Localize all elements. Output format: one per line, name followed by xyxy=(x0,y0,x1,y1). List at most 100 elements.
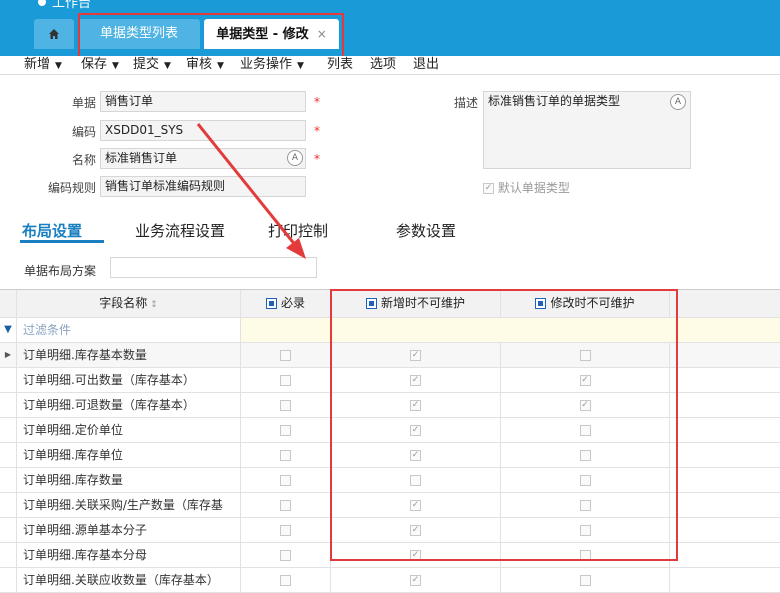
row-indicator-header xyxy=(0,290,17,317)
row-indicator xyxy=(0,518,17,542)
required-checkbox[interactable] xyxy=(280,425,291,436)
required-cell xyxy=(241,418,331,442)
new-button[interactable]: 新增 ▼ xyxy=(24,56,62,75)
logo-text: 工作台 xyxy=(52,0,92,11)
required-checkbox[interactable] xyxy=(280,525,291,536)
caret-down-icon: ▼ xyxy=(164,61,171,71)
caret-down-icon: ▼ xyxy=(297,61,304,71)
row-indicator xyxy=(0,493,17,517)
highlight-box-columns xyxy=(330,289,678,561)
current-row-icon: ▶ xyxy=(0,343,17,367)
submit-button[interactable]: 提交 ▼ xyxy=(133,56,171,75)
required-checkbox[interactable] xyxy=(280,575,291,586)
name-field[interactable]: 标准销售订单 xyxy=(100,148,306,169)
row-indicator xyxy=(0,393,17,417)
multilang-icon[interactable]: A xyxy=(287,150,303,166)
layout-scheme-input[interactable] xyxy=(110,257,317,278)
row-indicator xyxy=(0,418,17,442)
header-required[interactable]: 必录 xyxy=(241,290,331,317)
required-cell xyxy=(241,368,331,392)
field-name-cell: 订单明细.库存基本数量 xyxy=(17,343,241,367)
required-checkbox[interactable] xyxy=(280,400,291,411)
field-name-cell: 订单明细.关联应收数量（库存基本） xyxy=(17,568,241,592)
required-checkbox[interactable] xyxy=(280,450,291,461)
required-cell xyxy=(241,518,331,542)
required-checkbox[interactable] xyxy=(280,350,291,361)
name-label: 名称 xyxy=(71,153,96,167)
required-cell xyxy=(241,493,331,517)
tab-layout-settings[interactable]: 布局设置 xyxy=(22,220,82,241)
required-checkbox[interactable] xyxy=(280,500,291,511)
audit-label: 审核 xyxy=(186,57,213,72)
desc-label: 描述 xyxy=(453,96,478,110)
select-all-checkbox[interactable] xyxy=(265,298,277,309)
required-cell xyxy=(241,543,331,567)
checkbox-icon: ✓ xyxy=(483,183,494,194)
list-button[interactable]: 列表 xyxy=(327,56,353,74)
field-name-cell: 订单明细.库存数量 xyxy=(17,468,241,492)
header-field-label: 字段名称 xyxy=(99,296,148,310)
caret-down-icon: ▼ xyxy=(217,61,224,71)
multilang-icon[interactable]: A xyxy=(670,94,686,110)
tab-print-control[interactable]: 打印控制 xyxy=(268,220,328,241)
default-type-label: 默认单据类型 xyxy=(497,181,570,195)
field-name-cell: 订单明细.关联采购/生产数量（库存基 xyxy=(17,493,241,517)
toolbar: 新增 ▼ 保存 ▼ 提交 ▼ 审核 ▼ 业务操作 ▼ 列表 选项 退出 xyxy=(0,56,780,75)
add-lock-checkbox[interactable]: ✓ xyxy=(410,575,421,586)
required-checkbox[interactable] xyxy=(280,475,291,486)
code-rule-label: 编码规则 xyxy=(47,181,96,195)
required-mark: * xyxy=(314,124,320,138)
doc-field[interactable]: 销售订单 xyxy=(100,91,306,112)
save-button[interactable]: 保存 ▼ xyxy=(81,56,119,75)
required-checkbox[interactable] xyxy=(280,375,291,386)
default-type-checkbox[interactable]: ✓ 默认单据类型 xyxy=(483,179,570,196)
exit-button[interactable]: 退出 xyxy=(413,56,439,74)
code-label: 编码 xyxy=(71,125,96,139)
header-field-name[interactable]: 字段名称 ↕ xyxy=(17,290,241,317)
business-operations-button[interactable]: 业务操作 ▼ xyxy=(240,56,304,75)
save-label: 保存 xyxy=(81,57,108,72)
audit-button[interactable]: 审核 ▼ xyxy=(186,56,224,75)
layout-scheme-label: 单据布局方案 xyxy=(24,264,97,278)
required-cell xyxy=(241,568,331,592)
field-name-cell: 订单明细.定价单位 xyxy=(17,418,241,442)
required-mark: * xyxy=(314,152,320,166)
code-rule-field[interactable]: 销售订单标准编码规则 xyxy=(100,176,306,197)
filter-label[interactable]: 过滤条件 xyxy=(17,318,241,342)
required-checkbox[interactable] xyxy=(280,550,291,561)
filter-icon[interactable]: ▼ xyxy=(0,318,17,342)
required-mark: * xyxy=(314,95,320,109)
table-row[interactable]: 订单明细.关联应收数量（库存基本） ✓ xyxy=(0,568,780,593)
required-cell xyxy=(241,343,331,367)
options-button[interactable]: 选项 xyxy=(370,56,396,74)
logo-icon xyxy=(38,0,46,6)
sort-icon[interactable]: ↕ xyxy=(150,300,158,310)
active-tab-indicator xyxy=(20,240,104,243)
highlight-box-tabs xyxy=(78,13,344,59)
row-indicator xyxy=(0,368,17,392)
business-label: 业务操作 xyxy=(240,57,293,72)
edit-lock-cell xyxy=(501,568,670,592)
home-icon xyxy=(49,28,59,39)
header-required-label: 必录 xyxy=(280,296,305,310)
tab-business-flow[interactable]: 业务流程设置 xyxy=(135,220,225,241)
field-name-cell: 订单明细.源单基本分子 xyxy=(17,518,241,542)
tab-home[interactable] xyxy=(34,19,74,49)
required-cell xyxy=(241,443,331,467)
tab-parameter-settings[interactable]: 参数设置 xyxy=(396,220,456,241)
row-indicator xyxy=(0,568,17,592)
required-cell xyxy=(241,468,331,492)
desc-field[interactable]: 标准销售订单的单据类型 xyxy=(483,91,691,169)
row-indicator xyxy=(0,543,17,567)
field-name-cell: 订单明细.可出数量（库存基本） xyxy=(17,368,241,392)
add-lock-cell: ✓ xyxy=(331,568,501,592)
row-indicator xyxy=(0,443,17,467)
edit-lock-checkbox[interactable] xyxy=(579,575,591,586)
submit-label: 提交 xyxy=(133,57,160,72)
code-field[interactable]: XSDD01_SYS xyxy=(100,120,306,141)
required-cell xyxy=(241,393,331,417)
field-name-cell: 订单明细.库存单位 xyxy=(17,443,241,467)
caret-down-icon: ▼ xyxy=(112,61,119,71)
new-label: 新增 xyxy=(24,57,51,72)
doc-label: 单据 xyxy=(71,96,96,110)
